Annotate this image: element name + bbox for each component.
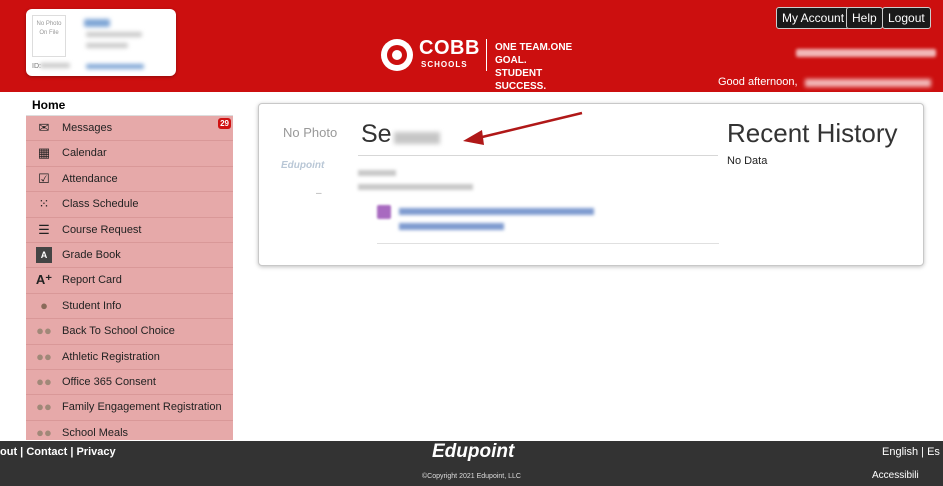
people-icon: ●●: [36, 373, 52, 389]
logo-cobb-text: COBB: [419, 37, 480, 59]
footer-about-link[interactable]: out: [0, 446, 17, 458]
footer: out | Contact | Privacy Edupoint ©Copyri…: [0, 441, 943, 486]
id-label: ID:: [32, 63, 41, 70]
sidebar-item-messages[interactable]: ✉ Messages 29: [26, 116, 233, 142]
calendar-icon: ▦: [37, 145, 51, 161]
sidebar-item-label: Class Schedule: [62, 198, 139, 211]
sidebar-item-student-info[interactable]: ● Student Info: [26, 294, 233, 320]
sidebar-item-school-meals[interactable]: ●● School Meals: [26, 421, 233, 440]
report-card-icon: A⁺: [35, 272, 53, 288]
tagline-line-2: STUDENT SUCCESS.: [495, 68, 547, 92]
redacted-progress-report-link-line2[interactable]: [399, 223, 504, 230]
user-icon: ●: [40, 297, 48, 313]
edupoint-logo: Edupoint: [432, 441, 515, 462]
language-english-link[interactable]: English: [882, 446, 918, 458]
logo-tagline: ONE TEAM.ONE GOAL. STUDENT SUCCESS.: [495, 41, 581, 93]
sidebar-item-label: Report Card: [62, 274, 122, 287]
recent-history-empty: No Data: [727, 155, 768, 167]
sidebar-item-label: Student Info: [62, 299, 122, 312]
sidebar-item-back-to-school-choice[interactable]: ●● Back To School Choice: [26, 319, 233, 345]
sidebar-nav: Home ✉ Messages 29 ▦ Calendar ☑ Attendan…: [26, 95, 233, 440]
name-divider: [358, 155, 718, 156]
recent-history-title: Recent History: [727, 118, 898, 148]
edupoint-watermark: Edupoint: [281, 160, 325, 171]
id-photo-placeholder: No Photo On File: [32, 15, 66, 57]
people-icon: ●●: [36, 323, 52, 339]
list-icon: ☰: [38, 221, 50, 237]
redacted-detail: [86, 32, 142, 37]
redacted-student-id: [358, 170, 396, 176]
sidebar-item-attendance[interactable]: ☑ Attendance: [26, 167, 233, 193]
logo-schools-text: SCHOOLS: [421, 60, 468, 69]
logo-divider: [486, 39, 487, 71]
link-divider: [377, 243, 719, 244]
sidebar-item-label: Office 365 Consent: [62, 375, 156, 388]
footer-contact-link[interactable]: Contact: [26, 446, 67, 458]
sidebar-item-label: Back To School Choice: [62, 325, 175, 338]
photo-dash: –: [316, 188, 322, 199]
footer-privacy-link[interactable]: Privacy: [76, 446, 115, 458]
sidebar-home[interactable]: Home: [26, 95, 233, 116]
redacted-student-links[interactable]: [796, 49, 936, 57]
redacted-id: [40, 63, 70, 68]
sidebar-item-calendar[interactable]: ▦ Calendar: [26, 141, 233, 167]
checkbox-icon: ☑: [38, 170, 50, 186]
help-button[interactable]: Help: [846, 7, 883, 29]
sidebar-item-report-card[interactable]: A⁺ Report Card: [26, 268, 233, 294]
sidebar-item-class-schedule[interactable]: ⁙ Class Schedule: [26, 192, 233, 218]
sidebar-item-label: Family Engagement Registration: [62, 401, 222, 414]
logout-button[interactable]: Logout: [882, 7, 931, 29]
student-summary-card: No Photo Edupoint – Se Recent History No…: [258, 103, 924, 266]
student-name: Se: [361, 120, 392, 148]
envelope-icon: ✉: [38, 120, 50, 135]
student-id-card[interactable]: No Photo On File ID:: [26, 9, 176, 76]
schedule-icon: ⁙: [38, 196, 50, 212]
redacted-school-name: [358, 184, 473, 190]
sidebar-item-label: School Meals: [62, 426, 129, 439]
no-photo-text: No Photo: [283, 125, 338, 140]
gradebook-icon: A: [36, 246, 52, 263]
footer-links: out | Contact | Privacy: [0, 446, 116, 458]
redacted-student-name: [394, 132, 440, 144]
messages-count-badge: 29: [218, 118, 231, 129]
tagline-line-1: ONE TEAM.ONE GOAL.: [495, 42, 573, 66]
language-espanol-link[interactable]: Es: [927, 446, 940, 458]
cobb-logo-icon: [381, 39, 413, 71]
sidebar-item-label: Calendar: [62, 147, 107, 160]
people-icon: ●●: [36, 348, 52, 364]
notification-icon: [377, 205, 391, 219]
sidebar-item-office-365-consent[interactable]: ●● Office 365 Consent: [26, 370, 233, 396]
sidebar-item-label: Grade Book: [62, 248, 121, 261]
cobb-schools-logo: COBB SCHOOLS ONE TEAM.ONE GOAL. STUDENT …: [381, 35, 581, 92]
people-icon: ●●: [36, 399, 52, 415]
sidebar-item-athletic-registration[interactable]: ●● Athletic Registration: [26, 345, 233, 370]
sidebar-item-course-request[interactable]: ☰ Course Request: [26, 218, 233, 243]
sidebar-item-label: Attendance: [62, 172, 118, 185]
language-switcher: English | Es: [882, 446, 940, 458]
header-banner: No Photo On File ID: COBB SCHOOLS ONE TE…: [0, 0, 943, 92]
redacted-name: [84, 19, 110, 27]
redacted-detail: [86, 43, 128, 48]
sidebar-item-label: Messages: [62, 122, 113, 134]
my-account-button[interactable]: My Account: [776, 7, 851, 29]
sidebar-item-grade-book[interactable]: A Grade Book: [26, 243, 233, 269]
sidebar-item-label: Course Request: [62, 223, 142, 236]
redacted-link: [86, 64, 144, 69]
redacted-parent-name: [805, 79, 931, 87]
copyright-text: ©Copyright 2021 Edupoint, LLC: [422, 473, 521, 480]
accessibility-link[interactable]: Accessibili: [872, 470, 919, 481]
redacted-progress-report-link[interactable]: [399, 208, 594, 215]
sidebar-item-family-engagement-registration[interactable]: ●● Family Engagement Registration: [26, 395, 233, 421]
greeting-text: Good afternoon,: [718, 76, 798, 88]
sidebar-item-label: Athletic Registration: [62, 350, 160, 363]
people-icon: ●●: [36, 424, 52, 440]
